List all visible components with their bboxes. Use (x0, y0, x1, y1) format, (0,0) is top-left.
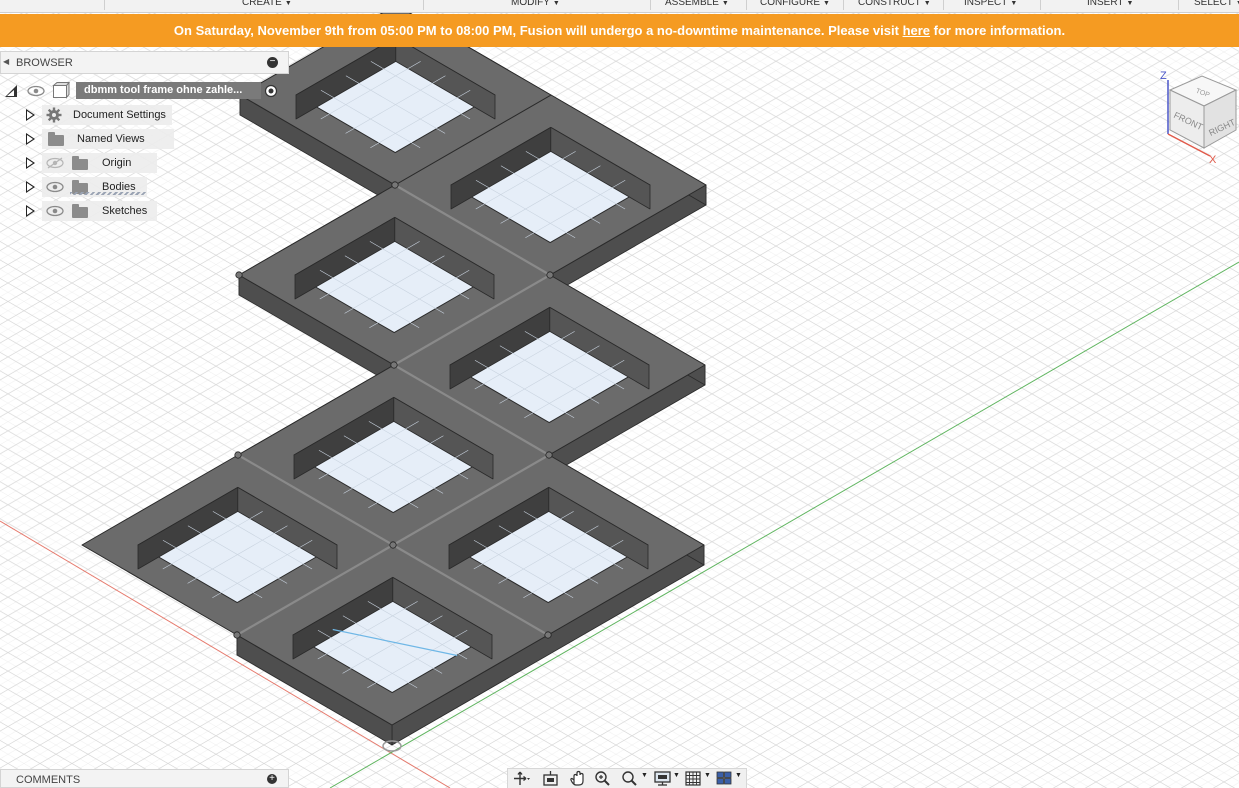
expanded-triangle-inner (7, 90, 14, 96)
toolbar-menubar: CREATE ▼ MODIFY ▼ ASSEMBLE ▼ CONFIGURE ▼ CON… (0, 0, 1239, 13)
look-at-icon[interactable] (541, 770, 561, 787)
tree-item-document-settings[interactable]: Document Settings (22, 105, 182, 125)
tree-item-named-views[interactable]: Named Views (22, 129, 182, 149)
browser-panel-header[interactable]: ◀ BROWSER − (0, 51, 289, 74)
caret-down-icon: ▼ (1126, 0, 1134, 7)
frame-vertex-point[interactable] (233, 631, 241, 639)
tree-item-label: Named Views (77, 133, 145, 145)
viewcube[interactable]: Z X TOP FRONT RIGHT (1158, 68, 1238, 168)
menu-separator (650, 0, 651, 10)
frame-vertex-point[interactable] (235, 271, 243, 279)
browser-root-row[interactable]: dbmm tool frame ohne zahle... (0, 81, 289, 101)
caret-down-icon: ▼ (823, 0, 830, 7)
gear-icon (46, 107, 62, 123)
expand-arrow-icon[interactable] (26, 109, 35, 121)
grid-settings-icon[interactable] (684, 770, 704, 787)
folder-icon (72, 204, 88, 218)
menu-separator (1040, 0, 1041, 10)
tree-item-label: Sketches (102, 205, 148, 217)
tree-item-label: Origin (102, 157, 132, 169)
eye-hidden-icon[interactable] (46, 157, 64, 169)
comments-panel[interactable]: COMMENTS + (0, 769, 289, 788)
collapse-left-icon[interactable]: ◀ (3, 57, 9, 66)
selection-hatch (70, 192, 146, 195)
caret-down-icon[interactable]: ▼ (704, 772, 711, 779)
folder-icon (48, 132, 64, 146)
caret-down-icon: ▼ (923, 0, 931, 7)
display-settings-icon[interactable] (653, 770, 673, 787)
navigation-toolbar: ▼ ▼ ▼ ▼ (507, 768, 747, 788)
menu-construct[interactable]: CONSTRUCT ▼ (858, 0, 931, 9)
banner-text: On Saturday, November 9th from 05:00 PM … (173, 23, 903, 38)
menu-inspect[interactable]: INSPECT ▼ (964, 0, 1017, 9)
caret-down-icon: ▼ (284, 0, 292, 7)
banner-text-end: for more information. (930, 23, 1066, 38)
browser-title: BROWSER (16, 57, 73, 69)
caret-down-icon[interactable]: ▼ (673, 772, 680, 779)
maintenance-banner: On Saturday, November 9th from 05:00 PM … (0, 14, 1239, 47)
menu-configure[interactable]: CONFIGURE ▼ (760, 0, 830, 9)
expand-arrow-icon[interactable] (26, 157, 35, 169)
banner-link[interactable]: here (903, 23, 930, 38)
menu-modify[interactable]: MODIFY ▼ (511, 0, 560, 9)
tree-item-bodies[interactable]: Bodies (22, 177, 182, 197)
add-comment-icon[interactable]: + (267, 774, 277, 784)
frame-vertex-point[interactable] (546, 271, 554, 279)
menu-insert[interactable]: INSERT ▼ (1087, 0, 1133, 9)
activate-radio-icon[interactable] (264, 84, 278, 98)
eye-icon[interactable] (46, 205, 64, 217)
frame-vertex-point[interactable] (389, 541, 397, 549)
menu-separator (423, 0, 424, 10)
pan-icon[interactable] (568, 770, 588, 787)
document-name: dbmm tool frame ohne zahle... (84, 84, 243, 96)
frame-vertex-point[interactable] (545, 451, 553, 459)
expand-arrow-icon[interactable] (26, 205, 35, 217)
zoom-icon[interactable] (593, 770, 613, 787)
zoom-window-icon[interactable] (620, 770, 640, 787)
canvas-viewport[interactable] (0, 0, 1239, 788)
frame-vertex-point[interactable] (234, 451, 242, 459)
eye-icon[interactable] (46, 181, 64, 193)
caret-down-icon: ▼ (552, 0, 560, 7)
eye-icon[interactable] (27, 85, 45, 97)
menu-create[interactable]: CREATE ▼ (242, 0, 292, 9)
caret-down-icon[interactable]: ▼ (641, 772, 648, 779)
viewports-icon[interactable] (715, 770, 735, 787)
minimize-panel-icon[interactable]: − (267, 57, 278, 68)
caret-down-icon[interactable]: ▼ (735, 772, 742, 779)
frame-vertex-point[interactable] (390, 361, 398, 369)
menu-separator (843, 0, 844, 10)
caret-down-icon: ▼ (1010, 0, 1018, 7)
menu-separator (746, 0, 747, 10)
menu-separator (1178, 0, 1179, 10)
caret-down-icon: ▼ (721, 0, 729, 7)
orbit-icon[interactable] (511, 770, 531, 787)
frame-vertex-point[interactable] (544, 631, 552, 639)
expand-arrow-icon[interactable] (26, 133, 35, 145)
component-icon (52, 82, 70, 99)
menu-separator (943, 0, 944, 10)
tree-item-origin[interactable]: Origin (22, 153, 182, 173)
menu-separator (104, 0, 105, 10)
menu-assemble[interactable]: ASSEMBLE ▼ (665, 0, 729, 9)
tree-item-label: Document Settings (73, 109, 166, 121)
frame-vertex-point[interactable] (391, 181, 399, 189)
z-axis-label: Z (1160, 70, 1167, 82)
folder-icon (72, 156, 88, 170)
expand-arrow-icon[interactable] (26, 181, 35, 193)
comments-title: COMMENTS (16, 774, 81, 786)
menu-select[interactable]: SELECT▼ (1194, 0, 1239, 9)
x-axis-label: X (1209, 154, 1217, 166)
tree-item-sketches[interactable]: Sketches (22, 201, 182, 221)
